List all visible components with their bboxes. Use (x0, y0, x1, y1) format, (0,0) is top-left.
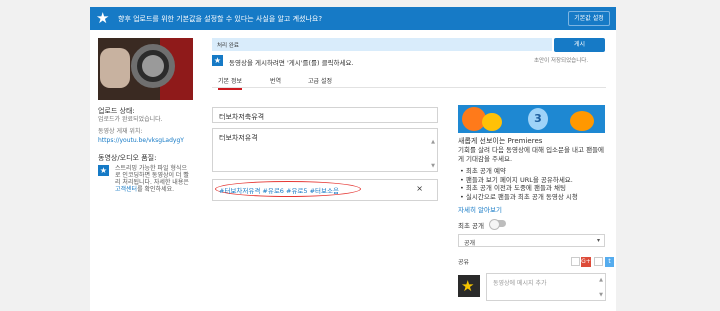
description-input[interactable]: 터보차저유격 ▲ ▼ (212, 128, 438, 172)
scroll-up-icon[interactable]: ▲ (431, 139, 435, 145)
upload-status-value: 업로드가 완료되었습니다. (98, 116, 163, 123)
publish-button[interactable]: 게시 (554, 38, 605, 52)
premieres-title: 새롭게 선보이는 Premieres (458, 137, 543, 145)
twitter-icon[interactable]: t (605, 257, 614, 267)
tab-advanced-settings[interactable]: 고급 설정 (308, 76, 332, 85)
learn-more-link[interactable]: 자세히 알아보기 (458, 204, 502, 214)
draft-saved-text: 초안이 저장되었습니다. (534, 58, 589, 64)
help-center-link[interactable]: 고객센터 (115, 186, 137, 193)
progress-text: 처리 완료 (217, 43, 239, 49)
google-plus-icon[interactable]: G+ (581, 257, 591, 267)
premieres-features: • 최초 공개 예약 • 팬들과 보기 페이지 URL을 공유하세요. • 최초… (460, 167, 578, 201)
scroll-down-icon[interactable]: ▼ (599, 292, 603, 298)
premieres-description: 기회를 살려 다음 동영상에 대해 입소문을 내고 팬들에게 기대감을 주세요. (458, 146, 605, 163)
star-icon: ★ (461, 277, 475, 295)
publish-notice: 동영상을 게시하려면 '게시'를(를) 클릭하세요. (229, 59, 354, 67)
visibility-select[interactable]: 공개 ▾ (458, 234, 605, 247)
star-icon: ★ (212, 55, 223, 66)
video-thumbnail[interactable] (98, 38, 193, 100)
set-defaults-button[interactable]: 기본값 설정 (568, 11, 610, 26)
list-item: • 실시간으로 팬들과 최초 공개 동영상 시청 (460, 192, 578, 201)
premiere-toggle[interactable] (489, 219, 506, 230)
star-icon: ★ (96, 9, 110, 27)
share-message-input[interactable]: 동영상에 메시지 추가 ▲ ▼ (486, 273, 606, 301)
upload-panel: 업로드 상태: 업로드가 완료되었습니다. 동영상 게재 위치: https:/… (90, 30, 616, 311)
premieres-banner-image: 3 (458, 105, 605, 133)
tip-banner: ★ 향후 업로드를 위한 기본값을 설정할 수 있다는 사실을 알고 계셨나요?… (90, 7, 616, 30)
tab-bar: 기본 정보 번역 고급 설정 (212, 72, 606, 90)
processing-progress-bar: 처리 완료 (212, 38, 552, 51)
premieres-badge: 3 (528, 108, 548, 130)
share-label: 공유 (458, 259, 470, 266)
scroll-down-icon[interactable]: ▼ (431, 163, 435, 169)
share-checkbox[interactable] (594, 257, 603, 266)
list-item: • 최초 공개 이전과 도중에 팬들과 채팅 (460, 184, 566, 192)
tag-list: #터보차저유격 #유로6 #유로5 #터보소음 (219, 187, 339, 195)
tags-input[interactable]: #터보차저유격 #유로6 #유로5 #터보소음 × (212, 179, 438, 201)
share-checkbox[interactable] (571, 257, 580, 266)
title-input[interactable]: 터보차저축유격 (212, 107, 438, 123)
quality-info: 스트리밍 가능한 파일 형식으 로 인코딩하면 동영상이 더 빨 리 처리됩니다… (115, 165, 189, 193)
banner-text: 향후 업로드를 위한 기본값을 설정할 수 있다는 사실을 알고 계셨나요? (118, 15, 323, 23)
tab-translation[interactable]: 번역 (270, 76, 281, 85)
close-icon[interactable]: × (416, 184, 423, 193)
tab-basic-info[interactable]: 기본 정보 (218, 76, 242, 90)
video-link[interactable]: https://youtu.be/vksgLadygY (98, 137, 184, 144)
star-icon: ★ (98, 165, 109, 176)
list-item: • 최초 공개 예약 (460, 167, 506, 175)
avatar: ★ (458, 275, 480, 297)
scroll-up-icon[interactable]: ▲ (599, 277, 603, 283)
list-item: • 팬들과 보기 페이지 URL을 공유하세요. (460, 175, 573, 184)
quality-label: 동영상/오디오 품질: (98, 154, 157, 162)
premiere-toggle-label: 최초 공개 (458, 222, 484, 230)
upload-status-label: 업로드 상태: (98, 107, 135, 115)
video-link-label: 동영상 게재 위치: (98, 128, 143, 135)
chevron-down-icon: ▾ (596, 237, 600, 244)
